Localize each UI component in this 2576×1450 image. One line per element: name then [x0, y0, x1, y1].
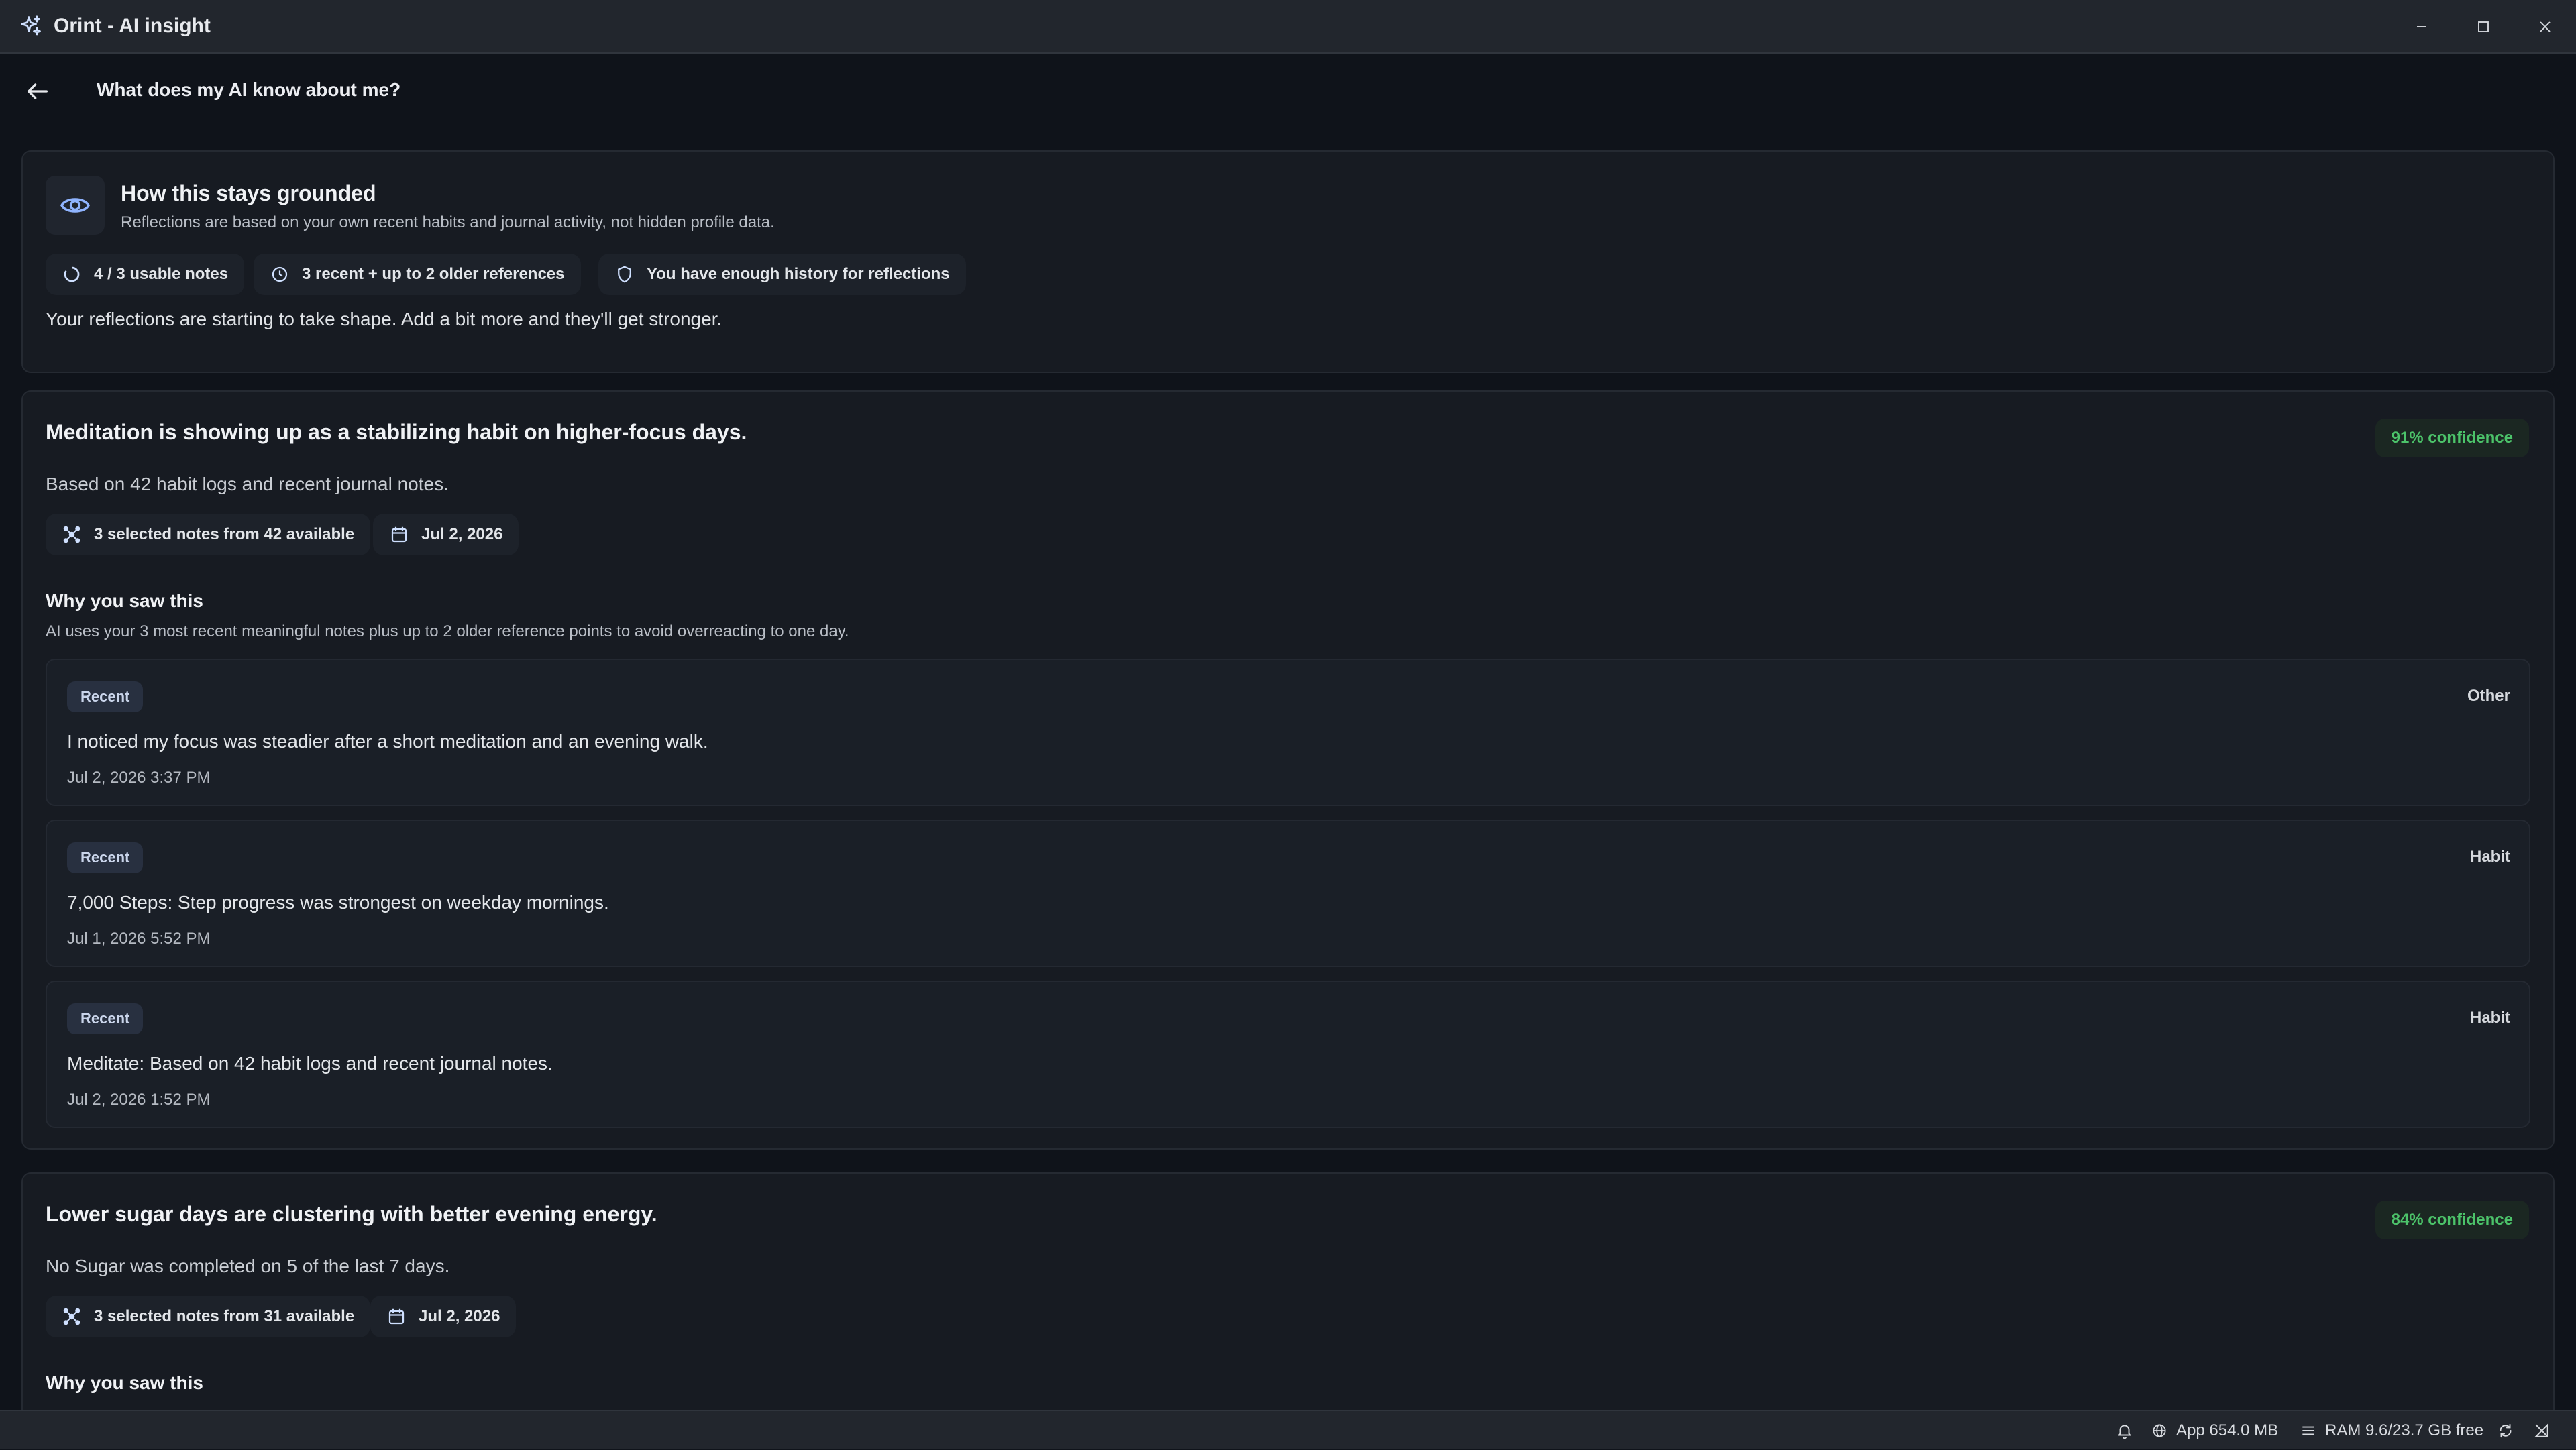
- usable-notes-chip: 4 / 3 usable notes: [46, 254, 245, 295]
- page-title: What does my AI know about me?: [97, 79, 401, 100]
- history-chip: You have enough history for reflections: [598, 254, 966, 295]
- minimize-button[interactable]: [2391, 0, 2453, 54]
- confidence-badge: 91% confidence: [2375, 419, 2529, 457]
- why-subtitle: AI uses your 3 most recent meaningful no…: [46, 622, 849, 640]
- main-content[interactable]: What does my AI know about me? How this …: [0, 55, 2576, 1410]
- source-note[interactable]: Recent Habit Meditate: Based on 42 habit…: [46, 981, 2530, 1128]
- insight-title: Lower sugar days are clustering with bet…: [46, 1202, 657, 1226]
- arrow-left-icon: [28, 83, 48, 99]
- source-note[interactable]: Recent Other I noticed my focus was stea…: [46, 659, 2530, 806]
- notifications-button[interactable]: [2116, 1411, 2141, 1450]
- bell-icon: [2117, 1425, 2132, 1439]
- grounded-message: Your reflections are starting to take sh…: [46, 309, 722, 329]
- sources-chip: 3 selected notes from 31 available: [46, 1296, 371, 1337]
- insight-title: Meditation is showing up as a stabilizin…: [46, 420, 747, 444]
- minimize-icon: [2417, 26, 2426, 27]
- insight-card: Lower sugar days are clustering with bet…: [21, 1172, 2555, 1410]
- why-title: Why you saw this: [46, 590, 203, 611]
- note-time: Jul 2, 2026 3:37 PM: [67, 769, 211, 787]
- source-note[interactable]: Recent Habit 7,000 Steps: Step progress …: [46, 820, 2530, 967]
- shield-icon: [618, 266, 631, 283]
- clock-icon: [272, 266, 288, 282]
- why-title: Why you saw this: [46, 1372, 203, 1393]
- back-button[interactable]: [20, 74, 55, 109]
- network-nodes-icon: [63, 526, 80, 543]
- insight-description: No Sugar was completed on 5 of the last …: [46, 1256, 450, 1276]
- network-nodes-icon: [63, 1308, 80, 1325]
- date-chip: Jul 2, 2026: [370, 1296, 517, 1337]
- recent-tag: Recent: [67, 681, 144, 712]
- status-bar: App 654.0 MB RAM 9.6/23.7 GB free: [0, 1410, 2576, 1449]
- insight-description: Based on 42 habit logs and recent journa…: [46, 473, 449, 494]
- note-type: Other: [2467, 687, 2510, 705]
- window-title: Orint - AI insight: [54, 15, 211, 37]
- sparkles-icon: [21, 15, 41, 36]
- note-time: Jul 2, 2026 1:52 PM: [67, 1091, 211, 1109]
- close-button[interactable]: [2514, 0, 2576, 54]
- grounded-icon-tile: [46, 176, 105, 235]
- maximize-icon: [2478, 21, 2489, 32]
- note-type: Habit: [2470, 1009, 2510, 1027]
- progress-ring-icon: [64, 266, 80, 282]
- date-chip: Jul 2, 2026: [373, 514, 519, 555]
- sync-button[interactable]: [2497, 1411, 2522, 1450]
- title-bar: Orint - AI insight: [0, 0, 2576, 54]
- app-memory: App 654.0 MB: [2151, 1411, 2278, 1450]
- note-text: Meditate: Based on 42 habit logs and rec…: [67, 1053, 553, 1074]
- recent-tag: Recent: [67, 842, 144, 873]
- calendar-icon: [388, 1308, 405, 1325]
- insight-card: Meditation is showing up as a stabilizin…: [21, 390, 2555, 1150]
- calendar-icon: [391, 526, 407, 543]
- grounded-subtitle: Reflections are based on your own recent…: [121, 213, 775, 231]
- close-icon: [2540, 21, 2551, 32]
- note-text: 7,000 Steps: Step progress was strongest…: [67, 892, 609, 913]
- note-text: I noticed my focus was steadier after a …: [67, 731, 708, 752]
- grounded-card: How this stays grounded Reflections are …: [21, 150, 2555, 373]
- memory-icon: [2302, 1426, 2314, 1435]
- network-icon: [2534, 1423, 2548, 1437]
- recent-tag: Recent: [67, 1003, 144, 1034]
- globe-icon: [2153, 1424, 2166, 1437]
- ram-usage: RAM 9.6/23.7 GB free: [2300, 1411, 2483, 1450]
- eye-icon: [60, 198, 91, 213]
- maximize-button[interactable]: [2453, 0, 2514, 54]
- sources-chip: 3 selected notes from 42 available: [46, 514, 371, 555]
- grounded-title: How this stays grounded: [121, 181, 376, 205]
- note-type: Habit: [2470, 848, 2510, 866]
- note-time: Jul 1, 2026 5:52 PM: [67, 930, 211, 948]
- window-controls: [2391, 0, 2576, 54]
- confidence-badge: 84% confidence: [2375, 1201, 2529, 1239]
- network-status[interactable]: [2533, 1411, 2559, 1450]
- sync-icon: [2500, 1423, 2512, 1438]
- references-chip: 3 recent + up to 2 older references: [254, 254, 581, 295]
